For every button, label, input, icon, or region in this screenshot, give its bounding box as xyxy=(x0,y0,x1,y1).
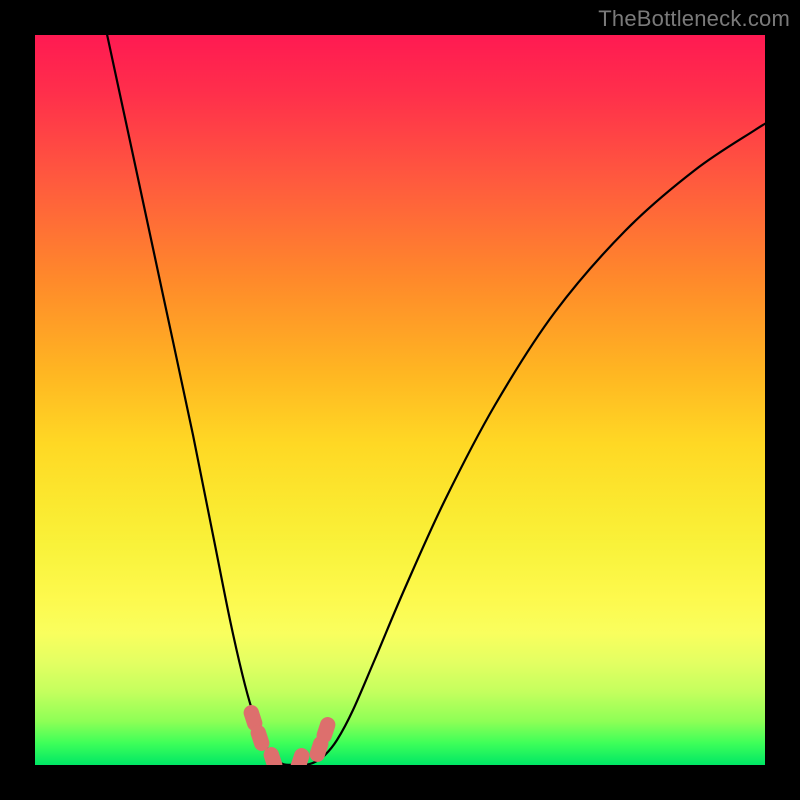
curve-layer xyxy=(35,35,765,765)
marker-dot xyxy=(289,746,312,765)
watermark-text: TheBottleneck.com xyxy=(598,6,790,32)
chart-frame: TheBottleneck.com xyxy=(0,0,800,800)
plot-area xyxy=(35,35,765,765)
markers-group xyxy=(242,703,338,765)
bottleneck-curve xyxy=(105,35,765,765)
